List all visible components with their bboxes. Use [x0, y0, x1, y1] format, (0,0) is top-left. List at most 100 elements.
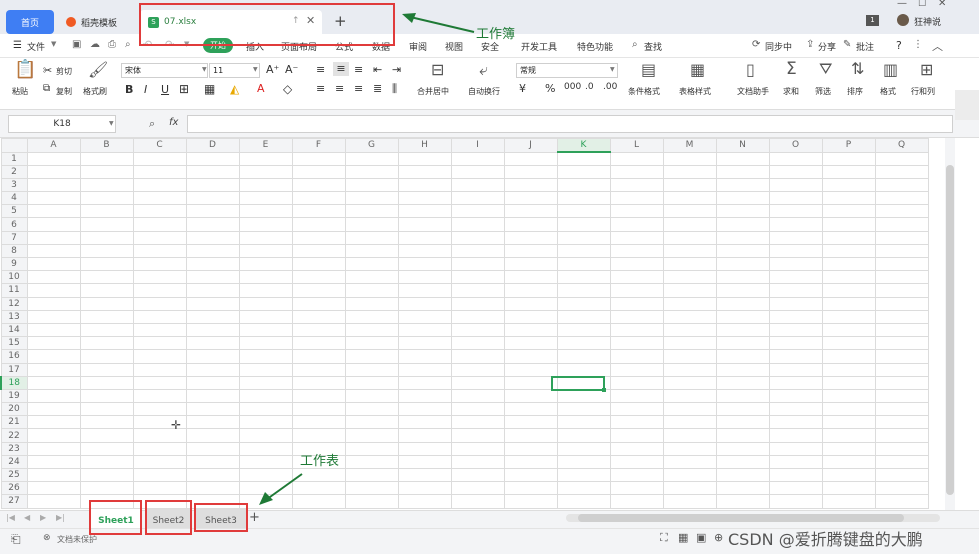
cell[interactable]	[556, 402, 611, 417]
cell[interactable]	[291, 191, 346, 206]
cell[interactable]	[556, 243, 611, 259]
cell[interactable]	[821, 151, 876, 166]
indent-decrease-icon[interactable]: ⇤	[373, 63, 382, 76]
cell[interactable]	[556, 283, 611, 298]
cell[interactable]	[874, 283, 929, 298]
cell[interactable]	[715, 441, 770, 456]
cell[interactable]	[662, 230, 717, 245]
cell[interactable]	[609, 177, 664, 193]
row-header[interactable]: 19	[0, 388, 28, 404]
cell[interactable]	[397, 336, 452, 351]
cell[interactable]	[821, 388, 876, 404]
cell[interactable]	[185, 454, 240, 470]
cell[interactable]	[821, 362, 876, 377]
column-header[interactable]: G	[344, 138, 399, 153]
cell[interactable]	[397, 309, 452, 324]
cell[interactable]	[609, 217, 664, 232]
cell[interactable]	[238, 283, 293, 298]
cell[interactable]	[238, 230, 293, 245]
cell[interactable]	[397, 270, 452, 285]
cell[interactable]	[821, 336, 876, 351]
cell[interactable]	[874, 164, 929, 179]
cell[interactable]	[768, 164, 823, 179]
cell[interactable]	[450, 402, 505, 417]
cell[interactable]	[291, 415, 346, 430]
cell[interactable]	[397, 191, 452, 206]
justify-icon[interactable]: ≣	[373, 82, 382, 95]
cell[interactable]	[556, 349, 611, 364]
format-icon[interactable]: ▥	[883, 62, 898, 78]
cell[interactable]	[450, 204, 505, 219]
cell[interactable]	[556, 481, 611, 496]
cell[interactable]	[450, 217, 505, 232]
cell[interactable]	[450, 336, 505, 351]
cell[interactable]	[79, 441, 134, 456]
cell[interactable]	[874, 454, 929, 470]
cell[interactable]	[132, 256, 187, 272]
cell[interactable]	[132, 481, 187, 496]
row-header[interactable]: 26	[0, 481, 28, 496]
cell[interactable]	[397, 402, 452, 417]
cell[interactable]	[768, 375, 823, 390]
cell[interactable]	[503, 402, 558, 417]
cell[interactable]	[132, 217, 187, 232]
cell[interactable]	[768, 177, 823, 193]
cell[interactable]	[291, 217, 346, 232]
search-icon[interactable]: ⌕	[632, 39, 638, 50]
cell[interactable]	[397, 362, 452, 377]
row-header[interactable]: 18	[0, 375, 28, 390]
cell[interactable]	[715, 402, 770, 417]
cell[interactable]	[715, 151, 770, 166]
share-icon[interactable]: ⇪	[806, 39, 814, 50]
cell[interactable]	[79, 467, 134, 483]
cell[interactable]	[397, 494, 452, 509]
cell[interactable]	[715, 309, 770, 324]
cell[interactable]	[397, 467, 452, 483]
cell[interactable]	[79, 375, 134, 390]
cell[interactable]	[344, 322, 399, 338]
cell[interactable]	[291, 243, 346, 259]
merge-center-button[interactable]: 合并居中	[417, 86, 449, 97]
side-panel-toggle[interactable]	[955, 90, 979, 120]
cell[interactable]	[715, 283, 770, 298]
cell[interactable]	[132, 177, 187, 193]
cell[interactable]	[715, 336, 770, 351]
cell[interactable]	[821, 349, 876, 364]
row-header[interactable]: 24	[0, 454, 28, 470]
cell[interactable]	[662, 467, 717, 483]
align-left-icon[interactable]: ≡	[316, 82, 325, 95]
cell[interactable]	[821, 164, 876, 179]
cell[interactable]	[662, 388, 717, 404]
cell[interactable]	[185, 388, 240, 404]
cell[interactable]	[132, 336, 187, 351]
cell[interactable]	[238, 243, 293, 259]
paste-button[interactable]: 粘贴	[12, 86, 28, 97]
select-all-corner[interactable]	[0, 138, 28, 153]
cell[interactable]	[344, 309, 399, 324]
cell[interactable]	[185, 362, 240, 377]
menu-item-view[interactable]: 视图	[445, 40, 463, 53]
cell[interactable]	[132, 349, 187, 364]
cell[interactable]	[450, 191, 505, 206]
cell[interactable]	[79, 270, 134, 285]
column-header[interactable]: O	[768, 138, 823, 153]
row-header[interactable]: 14	[0, 322, 28, 338]
column-header[interactable]: H	[397, 138, 452, 153]
cell[interactable]	[185, 336, 240, 351]
decrease-font-icon[interactable]: A⁻	[285, 63, 298, 76]
cell[interactable]	[397, 256, 452, 272]
cell[interactable]	[344, 204, 399, 219]
row-header[interactable]: 3	[0, 177, 28, 193]
cell[interactable]	[450, 441, 505, 456]
cell[interactable]	[132, 283, 187, 298]
column-header[interactable]: M	[662, 138, 717, 153]
cell[interactable]	[821, 230, 876, 245]
cell[interactable]	[26, 388, 81, 404]
doc-assistant-icon[interactable]: ▯	[746, 62, 755, 78]
increase-decimal-icon[interactable]: .0	[585, 82, 594, 92]
cell[interactable]	[26, 454, 81, 470]
number-format-select[interactable]: 常规	[516, 63, 618, 78]
row-header[interactable]: 2	[0, 164, 28, 179]
cell[interactable]	[768, 349, 823, 364]
cell[interactable]	[821, 454, 876, 470]
